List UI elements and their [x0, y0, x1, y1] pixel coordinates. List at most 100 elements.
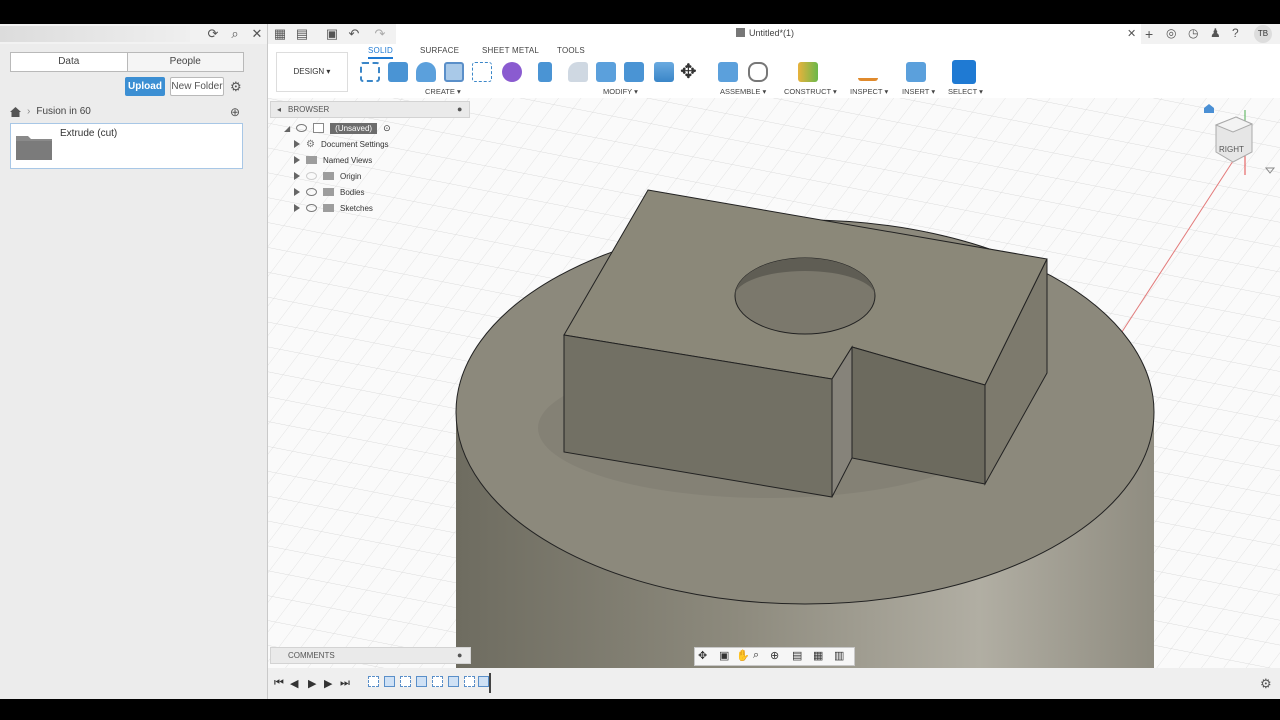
play-icon[interactable]: ▶ — [308, 677, 316, 690]
group-select[interactable]: SELECT ▾ — [948, 87, 983, 96]
step-forward-icon[interactable]: ▶ — [324, 677, 332, 690]
notifications-icon[interactable]: ♟ — [1210, 26, 1221, 40]
timeline-sketch-feature[interactable] — [432, 676, 443, 687]
viewcube[interactable]: RIGHT — [1200, 100, 1280, 180]
user-avatar[interactable]: TB — [1254, 25, 1272, 43]
tab-sheet-metal[interactable]: SHEET METAL — [482, 46, 539, 55]
tab-tools[interactable]: TOOLS — [557, 46, 585, 55]
combine-icon[interactable] — [624, 62, 644, 82]
undo-icon[interactable]: ↶ — [346, 26, 362, 42]
visibility-icon[interactable] — [306, 188, 317, 196]
new-component-icon[interactable] — [718, 62, 738, 82]
comments-panel[interactable]: COMMENTS ● — [270, 647, 471, 664]
activate-icon[interactable]: ⊙ — [383, 123, 391, 134]
expand-icon[interactable] — [294, 172, 300, 180]
tab-surface[interactable]: SURFACE — [420, 46, 459, 55]
go-to-start-icon[interactable]: ⏮ — [274, 677, 284, 690]
collapse-tree-icon[interactable]: ◢ — [284, 124, 290, 133]
viewcube-graphic[interactable]: RIGHT — [1200, 100, 1280, 180]
extensions-icon[interactable]: ◎ — [1166, 26, 1176, 40]
revolve-icon[interactable] — [416, 62, 436, 82]
go-to-end-icon[interactable]: ⏭ — [340, 677, 350, 690]
help-icon[interactable]: ? — [1232, 26, 1239, 40]
timeline-sketch-feature[interactable] — [368, 676, 379, 687]
expand-icon[interactable] — [294, 204, 300, 212]
step-back-icon[interactable]: ◀ — [290, 677, 298, 690]
timeline-sketch-feature[interactable] — [400, 676, 411, 687]
tree-root[interactable]: ◢ (Unsaved) ⊙ — [284, 121, 391, 135]
group-modify[interactable]: MODIFY ▾ — [603, 87, 638, 96]
measure-icon[interactable] — [858, 68, 878, 81]
viewcube-menu-icon[interactable] — [1264, 167, 1276, 174]
joint-icon[interactable] — [748, 62, 768, 82]
pin-icon[interactable]: ● — [457, 648, 462, 663]
breadcrumb-project[interactable]: Fusion in 60 — [36, 106, 90, 117]
redo-icon[interactable]: ↷ — [372, 26, 388, 42]
new-folder-button[interactable]: New Folder — [170, 77, 224, 96]
group-inspect[interactable]: INSPECT ▾ — [850, 87, 888, 96]
search-icon[interactable]: ⌕ — [227, 26, 243, 42]
tab-data[interactable]: Data — [11, 53, 128, 71]
offset-plane-icon[interactable] — [798, 62, 818, 82]
extrude-icon[interactable] — [388, 62, 408, 82]
grid-menu-icon[interactable]: ▦ — [272, 26, 288, 42]
tree-item-sketches[interactable]: Sketches — [294, 201, 373, 215]
shell-icon[interactable] — [596, 62, 616, 82]
split-body-icon[interactable] — [654, 62, 674, 82]
group-assemble[interactable]: ASSEMBLE ▾ — [720, 87, 766, 96]
timeline-sketch-feature[interactable] — [464, 676, 475, 687]
group-construct[interactable]: CONSTRUCT ▾ — [784, 87, 837, 96]
form-icon[interactable] — [502, 62, 522, 82]
timeline-marker[interactable] — [489, 673, 491, 693]
visibility-icon[interactable] — [306, 204, 317, 212]
tree-item-document-settings[interactable]: ⚙ Document Settings — [294, 137, 389, 151]
browser-header[interactable]: ◂ BROWSER ● — [270, 101, 470, 118]
file-menu-icon[interactable]: ▤ — [294, 26, 310, 42]
workspace-switcher[interactable]: DESIGN ▾ — [276, 52, 348, 92]
timeline-extrude-feature[interactable] — [448, 676, 459, 687]
fillet-icon[interactable] — [568, 62, 588, 82]
pattern-icon[interactable] — [472, 62, 492, 82]
insert-image-icon[interactable] — [906, 62, 926, 82]
select-icon[interactable] — [952, 60, 976, 84]
group-insert[interactable]: INSERT ▾ — [902, 87, 935, 96]
refresh-icon[interactable]: ⟳ — [205, 26, 221, 42]
expand-icon[interactable] — [294, 156, 300, 164]
display-settings-icon[interactable]: ▤ — [792, 649, 802, 662]
timeline-extrude-cut-feature[interactable] — [478, 676, 489, 687]
timeline-settings-icon[interactable]: ⚙ — [1260, 676, 1272, 692]
zoom-icon[interactable]: ⌕ — [753, 649, 759, 662]
expand-icon[interactable] — [294, 140, 300, 148]
pan-icon[interactable]: ✋ — [736, 649, 750, 662]
upload-button[interactable]: Upload — [125, 77, 165, 96]
look-at-icon[interactable]: ▣ — [719, 649, 729, 662]
close-icon[interactable]: ✕ — [249, 26, 265, 42]
press-pull-icon[interactable] — [538, 62, 552, 82]
timeline-extrude-feature[interactable] — [416, 676, 427, 687]
expand-icon[interactable] — [294, 188, 300, 196]
close-tab-icon[interactable]: ✕ — [1127, 27, 1136, 40]
tree-item-origin[interactable]: Origin — [294, 169, 361, 183]
home-icon[interactable] — [10, 106, 21, 117]
viewports-icon[interactable]: ▥ — [834, 649, 844, 662]
create-sketch-icon[interactable] — [360, 62, 380, 82]
fit-icon[interactable]: ⊕ — [770, 649, 779, 662]
globe-icon[interactable]: ⊕ — [230, 105, 240, 119]
move-icon[interactable]: ✥ — [680, 62, 700, 82]
tab-people[interactable]: People — [128, 53, 244, 71]
grid-settings-icon[interactable]: ▦ — [813, 649, 823, 662]
orbit-icon[interactable]: ✥ — [698, 649, 707, 662]
document-tab[interactable]: Untitled*(1) ✕ — [396, 24, 1141, 44]
pin-icon[interactable]: ● — [457, 102, 462, 117]
timeline-extrude-feature[interactable] — [384, 676, 395, 687]
group-create[interactable]: CREATE ▾ — [425, 87, 461, 96]
tree-item-named-views[interactable]: Named Views — [294, 153, 372, 167]
visibility-icon[interactable] — [306, 172, 317, 180]
home-view-icon[interactable] — [1204, 104, 1214, 113]
hole-icon[interactable] — [444, 62, 464, 82]
gear-icon[interactable]: ⚙ — [230, 79, 242, 95]
collapse-icon[interactable]: ◂ — [277, 102, 281, 117]
visibility-icon[interactable] — [296, 124, 308, 132]
tree-item-bodies[interactable]: Bodies — [294, 185, 364, 199]
design-item-card[interactable]: Extrude (cut) — [10, 123, 243, 169]
